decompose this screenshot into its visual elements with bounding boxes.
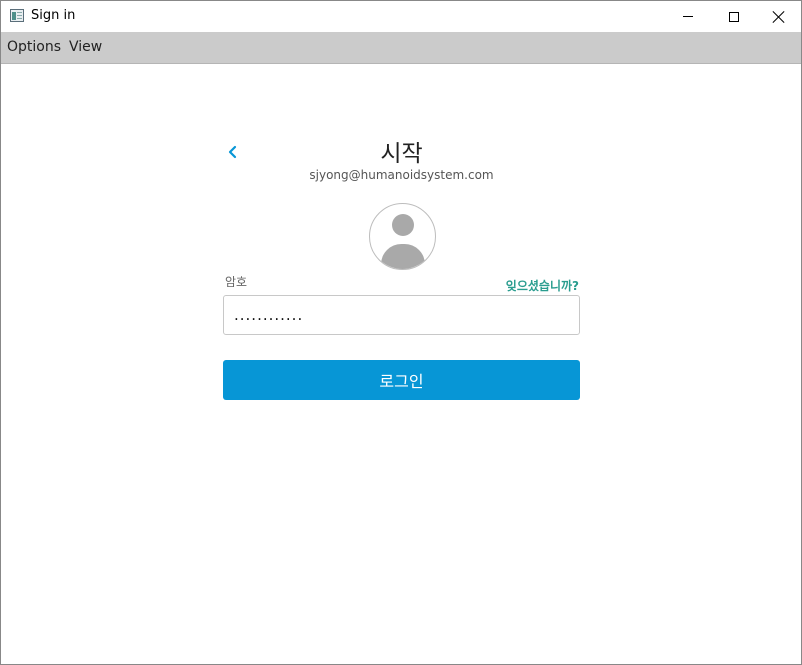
menu-bar: Options View [1,32,801,64]
title-bar[interactable]: Sign in [1,1,801,32]
app-window-icon [10,9,24,22]
menu-options[interactable]: Options [7,39,61,55]
menu-view[interactable]: View [69,39,102,55]
close-icon [773,11,785,23]
forgot-password-link[interactable]: 잊으셨습니까? [506,277,579,294]
login-button[interactable]: 로그인 [223,360,580,400]
avatar-body [381,244,425,269]
window-title: Sign in [31,8,76,23]
minimize-button[interactable] [665,1,711,32]
minimize-icon [683,16,693,17]
password-field[interactable] [223,295,580,335]
close-button[interactable] [756,1,802,32]
password-label: 암호 [225,275,248,289]
page-title: 시작 [380,141,423,167]
user-avatar-icon [369,203,436,270]
sign-in-window: Sign in Options View 시작 sjyong@humanoids… [0,0,802,665]
avatar-head [392,214,414,236]
maximize-icon [729,11,739,22]
maximize-button[interactable] [711,1,757,32]
account-email: sjyong@humanoidsystem.com [309,168,494,182]
